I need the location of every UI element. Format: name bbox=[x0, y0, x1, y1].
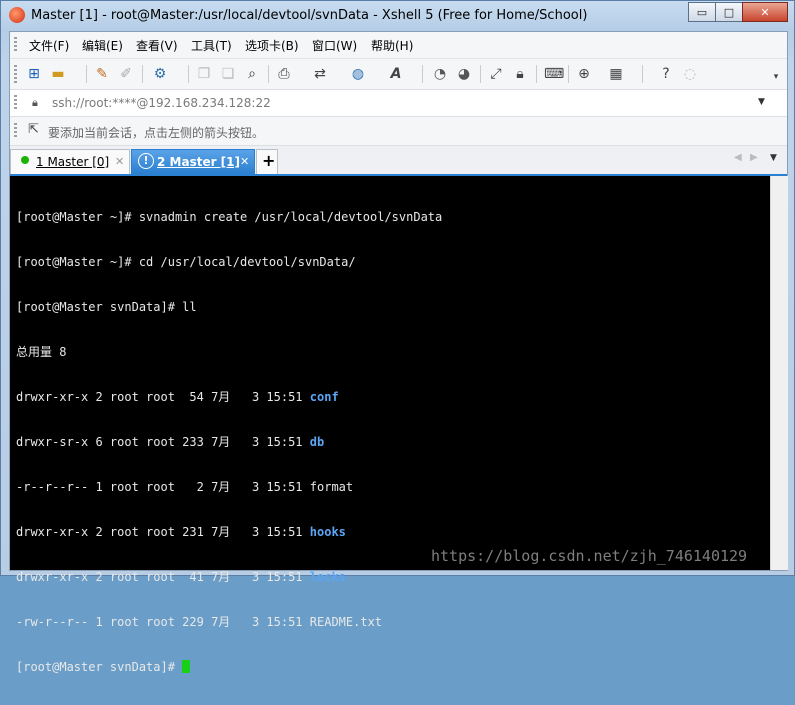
title-bar[interactable]: Master [1] - root@Master:/usr/local/devt… bbox=[1, 1, 794, 31]
tab-scroll-right-icon[interactable]: ▶ bbox=[750, 152, 758, 163]
file-name: README.txt bbox=[309, 615, 383, 629]
hint-bar: ⇱ 要添加当前会话，点击左侧的箭头按钮。 bbox=[10, 117, 787, 146]
menu-tools[interactable]: 工具(T) bbox=[191, 37, 232, 54]
properties-icon[interactable]: ⚙ bbox=[152, 66, 168, 82]
menu-window[interactable]: 窗口(W) bbox=[312, 37, 357, 54]
new-tab-button[interactable]: + bbox=[256, 149, 278, 174]
listing-meta: -rw-r--r-- 1 root root 229 7月 3 15:51 bbox=[16, 615, 310, 629]
new-session-icon[interactable]: ⊞ bbox=[26, 66, 42, 82]
listing-line: drwxr-xr-x 2 root root 54 7月 3 15:51 con… bbox=[16, 390, 442, 405]
help-icon[interactable]: ? bbox=[658, 66, 674, 82]
client-area: 文件(F) 编辑(E) 查看(V) 工具(T) 选项卡(B) 窗口(W) 帮助(… bbox=[9, 31, 788, 674]
listing-line: drwxr-xr-x 2 root root 41 7月 3 15:51 loc… bbox=[16, 570, 442, 585]
window-title: Master [1] - root@Master:/usr/local/devt… bbox=[31, 8, 588, 23]
chevron-down-icon[interactable]: ▼ bbox=[758, 97, 765, 107]
shell-prompt: [root@Master svnData]# bbox=[16, 660, 183, 674]
tab-list-icon[interactable]: ▼ bbox=[770, 153, 777, 163]
address-input[interactable]: ssh://root:****@192.168.234.128:22 bbox=[52, 96, 271, 110]
address-bar[interactable]: 🔒︎ ssh://root:****@192.168.234.128:22 ▼ bbox=[10, 90, 787, 117]
close-button[interactable]: ✕ bbox=[742, 2, 788, 22]
terminal-line: [root@Master ~]# cd /usr/local/devtool/s… bbox=[16, 255, 356, 269]
status-dot-icon bbox=[21, 156, 29, 164]
listing-line: -rw-r--r-- 1 root root 229 7月 3 15:51 RE… bbox=[16, 615, 442, 630]
directory-name: locks bbox=[309, 570, 346, 584]
xftp-icon[interactable]: ◔ bbox=[432, 66, 448, 82]
tab-master-1[interactable]: ! 2 Master [1] ✕ bbox=[131, 149, 255, 174]
close-tab-icon[interactable]: ✕ bbox=[240, 155, 249, 168]
layout-icon[interactable]: ▦ bbox=[608, 66, 624, 82]
menu-tabs[interactable]: 选项卡(B) bbox=[245, 37, 299, 54]
menu-bar: 文件(F) 编辑(E) 查看(V) 工具(T) 选项卡(B) 窗口(W) 帮助(… bbox=[10, 32, 787, 59]
add-tab-icon[interactable]: ⊕ bbox=[576, 66, 592, 82]
terminal-output: [root@Master ~]# svnadmin create /usr/lo… bbox=[16, 180, 442, 705]
terminal-scrollbar[interactable] bbox=[770, 176, 788, 570]
listing-line: drwxr-xr-x 2 root root 231 7月 3 15:51 ho… bbox=[16, 525, 442, 540]
prompt-line: [root@Master svnData]# bbox=[16, 660, 442, 675]
menu-file[interactable]: 文件(F) bbox=[29, 37, 69, 54]
terminal-line: [root@Master ~]# svnadmin create /usr/lo… bbox=[16, 210, 443, 224]
menu-help[interactable]: 帮助(H) bbox=[371, 37, 413, 54]
tab-scroll-left-icon[interactable]: ◀ bbox=[734, 152, 742, 163]
fullscreen-icon[interactable]: ⤢ bbox=[488, 66, 504, 82]
chat-icon[interactable]: ◌ bbox=[682, 66, 698, 82]
tab-label: 1 Master [0] bbox=[36, 155, 110, 169]
tab-master-0[interactable]: 1 Master [0] ✕ bbox=[10, 149, 130, 174]
paste-icon[interactable]: ❏ bbox=[220, 66, 236, 82]
xshell-logo-icon bbox=[9, 7, 25, 23]
tab-bar: 1 Master [0] ✕ ! 2 Master [1] ✕ + ◀ ▶ ▼ bbox=[10, 146, 787, 176]
app-window: Master [1] - root@Master:/usr/local/devt… bbox=[0, 0, 795, 674]
toolbar: ⊞ ▬ ✎ ✐ ⚙ ❐ ❏ ⌕ ⎙ ⇄ ◍ A ◔ ◕ ⤢ 🔒︎ ⌨ ⊕ ▦ ?… bbox=[10, 59, 787, 90]
copy-icon[interactable]: ❐ bbox=[196, 66, 212, 82]
minimize-button[interactable]: ▭ bbox=[688, 2, 716, 22]
listing-meta: drwxr-xr-x 2 root root 41 7月 3 15:51 bbox=[16, 570, 310, 584]
xmanager-icon[interactable]: ◕ bbox=[456, 66, 472, 82]
listing-line: drwxr-sr-x 6 root root 233 7月 3 15:51 db bbox=[16, 435, 442, 450]
plus-icon: + bbox=[262, 151, 276, 170]
terminal-line: [root@Master svnData]# ll bbox=[16, 300, 197, 314]
terminal-screen[interactable]: [root@Master ~]# svnadmin create /usr/lo… bbox=[10, 176, 770, 674]
alert-icon: ! bbox=[138, 153, 154, 169]
listing-meta: -r--r--r-- 1 root root 2 7月 3 15:51 bbox=[16, 480, 310, 494]
open-folder-icon[interactable]: ▬ bbox=[50, 66, 66, 82]
close-tab-icon[interactable]: ✕ bbox=[115, 155, 124, 168]
listing-meta: drwxr-sr-x 6 root root 233 7月 3 15:51 bbox=[16, 435, 310, 449]
watermark-text: https://blog.csdn.net/zjh_746140129 bbox=[431, 547, 748, 565]
menu-view[interactable]: 查看(V) bbox=[136, 37, 178, 54]
find-icon[interactable]: ⌕ bbox=[244, 66, 260, 82]
listing-line: -r--r--r-- 1 root root 2 7月 3 15:51 form… bbox=[16, 480, 442, 495]
file-name: format bbox=[309, 480, 354, 494]
tab-label: 2 Master [1] bbox=[157, 155, 240, 169]
directory-name: db bbox=[309, 435, 325, 449]
menubar-grip[interactable] bbox=[14, 37, 17, 53]
terminal-cursor bbox=[182, 660, 191, 673]
keyboard-icon[interactable]: ⌨ bbox=[544, 66, 564, 82]
font-icon[interactable]: A bbox=[388, 66, 404, 82]
menu-edit[interactable]: 编辑(E) bbox=[82, 37, 123, 54]
lock-icon[interactable]: 🔒︎ bbox=[512, 66, 528, 82]
transfer-icon[interactable]: ⇄ bbox=[312, 66, 328, 82]
directory-name: hooks bbox=[309, 525, 346, 539]
hint-text: 要添加当前会话，点击左侧的箭头按钮。 bbox=[48, 126, 265, 140]
directory-name: conf bbox=[309, 390, 339, 404]
arrow-icon[interactable]: ⇱ bbox=[28, 122, 39, 137]
connect-icon[interactable]: ✎ bbox=[94, 66, 110, 82]
listing-meta: drwxr-xr-x 2 root root 54 7月 3 15:51 bbox=[16, 390, 310, 404]
globe-icon[interactable]: ◍ bbox=[350, 66, 366, 82]
listing-meta: drwxr-xr-x 2 root root 231 7月 3 15:51 bbox=[16, 525, 310, 539]
terminal-line: 总用量 8 bbox=[16, 345, 67, 359]
toolbar-overflow-icon[interactable]: ▾ bbox=[768, 69, 784, 85]
print-icon[interactable]: ⎙ bbox=[276, 66, 292, 82]
hintbar-grip[interactable] bbox=[14, 123, 17, 139]
disconnect-icon[interactable]: ✐ bbox=[118, 66, 134, 82]
toolbar-grip[interactable] bbox=[14, 65, 17, 83]
lock-icon: 🔒︎ bbox=[32, 96, 38, 109]
maximize-button[interactable]: □ bbox=[715, 2, 743, 22]
addressbar-grip[interactable] bbox=[14, 95, 17, 111]
